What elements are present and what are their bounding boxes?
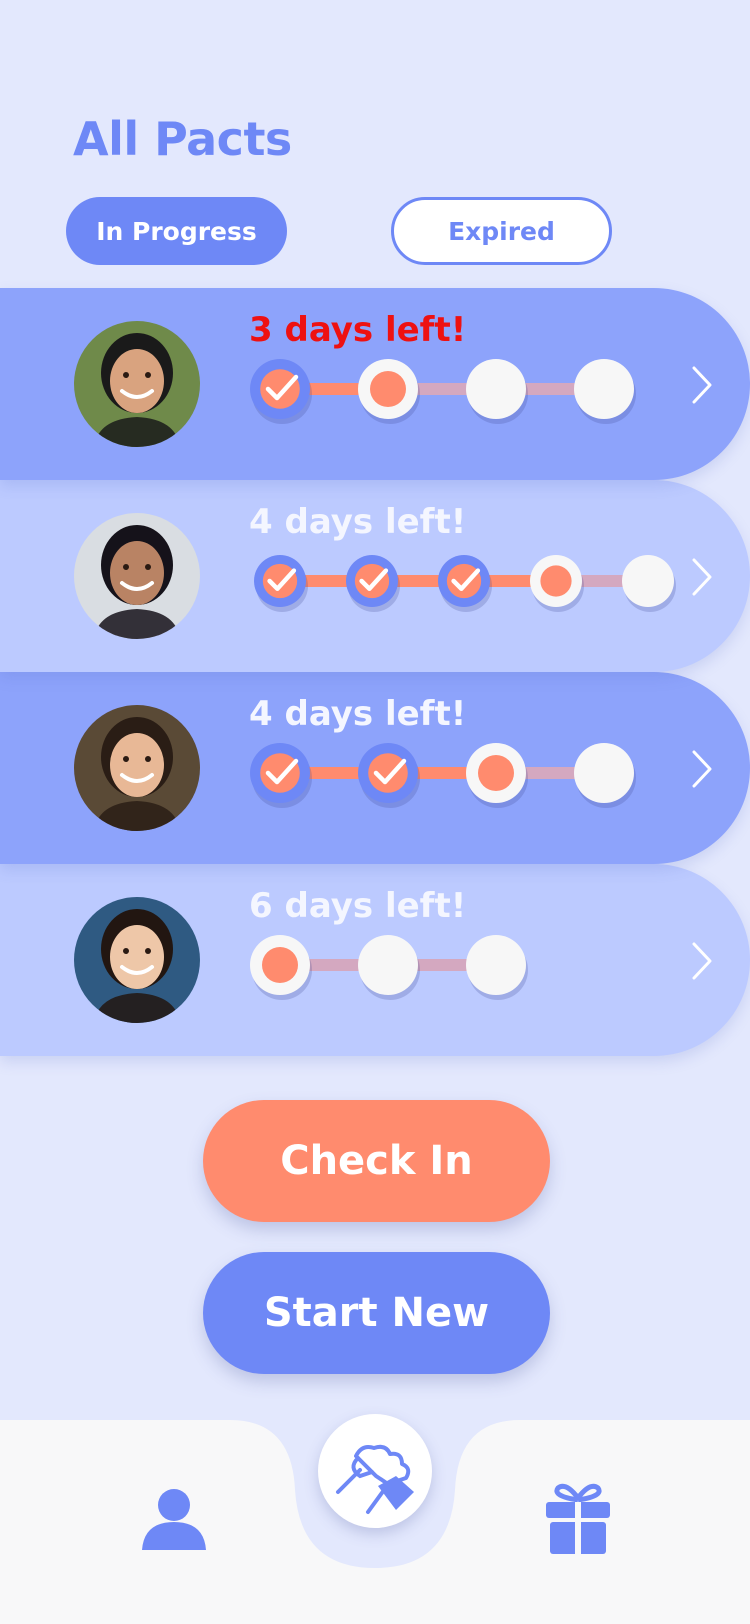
progress-track (250, 359, 636, 424)
step-current (358, 359, 420, 424)
gift-icon[interactable] (544, 1482, 612, 1556)
step-current (250, 935, 312, 1000)
step-pending (466, 935, 528, 1000)
start-new-label: Start New (263, 1290, 490, 1336)
step-pending (574, 743, 636, 808)
progress-track (254, 555, 676, 612)
step-completed (254, 555, 308, 612)
start-new-button[interactable]: Start New (203, 1252, 550, 1374)
chevron-right-icon[interactable] (690, 364, 716, 406)
progress-track (250, 743, 636, 808)
tab-expired[interactable]: Expired (391, 197, 612, 265)
profile-icon[interactable] (140, 1488, 208, 1552)
step-pending (574, 359, 636, 424)
chevron-right-icon[interactable] (690, 748, 716, 790)
step-pending (358, 935, 420, 1000)
step-current (530, 555, 584, 612)
tab-in-progress-label: In Progress (96, 216, 257, 246)
step-completed (250, 743, 312, 808)
tab-expired-label: Expired (448, 216, 555, 246)
step-completed (346, 555, 400, 612)
page-title: All Pacts (73, 112, 292, 166)
step-completed (438, 555, 492, 612)
tab-in-progress[interactable]: In Progress (66, 197, 287, 265)
pact-handshake-icon (336, 1444, 414, 1514)
step-pending (622, 555, 676, 612)
pact-card[interactable]: 4 days left! (0, 480, 750, 672)
step-current (466, 743, 528, 808)
pact-card[interactable]: 4 days left! (0, 672, 750, 864)
bottom-nav-bar (0, 1414, 750, 1624)
step-completed (358, 743, 420, 808)
progress-track (250, 935, 528, 1000)
chevron-right-icon[interactable] (690, 556, 716, 598)
chevron-right-icon[interactable] (690, 940, 716, 982)
check-in-label: Check In (280, 1138, 473, 1184)
check-in-button[interactable]: Check In (203, 1100, 550, 1222)
step-pending (466, 359, 528, 424)
pact-card[interactable]: 3 days left! (0, 288, 750, 480)
step-completed (250, 359, 312, 424)
pact-card[interactable]: 6 days left! (0, 864, 750, 1056)
center-action-button[interactable] (318, 1414, 432, 1528)
